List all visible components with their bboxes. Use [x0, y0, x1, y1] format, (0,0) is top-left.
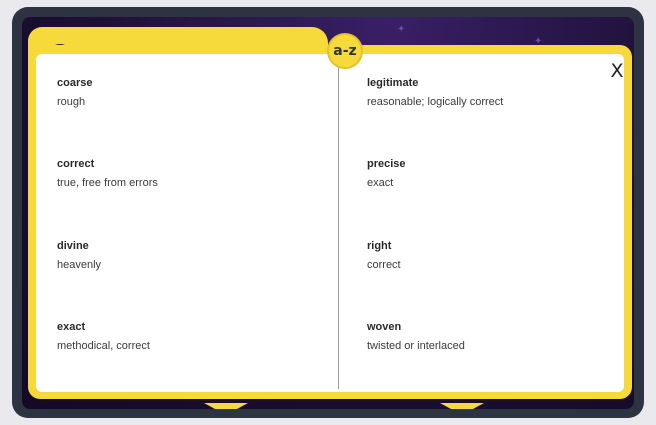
- glossary-term: legitimate: [367, 77, 419, 89]
- glossary-definition: rough: [57, 96, 86, 108]
- glossary-term: right: [367, 240, 392, 252]
- glossary-entry: coarse rough: [57, 76, 307, 109]
- glossary-entry: correct true, free from errors: [57, 157, 307, 190]
- az-icon: a-z: [333, 43, 357, 59]
- column-divider: [338, 64, 339, 389]
- glossary-definition: correct: [367, 259, 401, 271]
- glossary-entry: woven twisted or interlaced: [367, 320, 617, 353]
- device-frame: ✦ ✦ ✦ a-z X coarse rough correct true, f…: [12, 7, 644, 418]
- glossary-term: woven: [367, 321, 402, 333]
- glossary-entry: right correct: [367, 239, 617, 272]
- glossary-definition: exact: [367, 177, 394, 189]
- bottom-tab-decoration: [204, 403, 248, 409]
- glossary-term: exact: [57, 321, 86, 333]
- screen: ✦ ✦ ✦ a-z X coarse rough correct true, f…: [22, 17, 634, 409]
- bottom-tab-decoration: [440, 403, 484, 409]
- glossary-definition: heavenly: [57, 259, 102, 271]
- glossary-entry: exact methodical, correct: [57, 320, 307, 353]
- glossary-entry: precise exact: [367, 157, 617, 190]
- glossary-definition: twisted or interlaced: [367, 340, 465, 352]
- glossary-definition: reasonable; logically correct: [367, 96, 504, 108]
- glossary-entry: divine heavenly: [57, 239, 307, 272]
- az-badge: a-z: [327, 33, 363, 69]
- glossary-term: coarse: [57, 77, 93, 89]
- glossary-entry: legitimate reasonable; logically correct: [367, 76, 617, 109]
- glossary-definition: true, free from errors: [57, 177, 158, 189]
- glossary-term: divine: [57, 240, 89, 252]
- glossary-definition: methodical, correct: [57, 340, 150, 352]
- glossary-term: correct: [57, 158, 95, 170]
- glossary-term: precise: [367, 158, 406, 170]
- star-decoration: ✦: [397, 24, 406, 35]
